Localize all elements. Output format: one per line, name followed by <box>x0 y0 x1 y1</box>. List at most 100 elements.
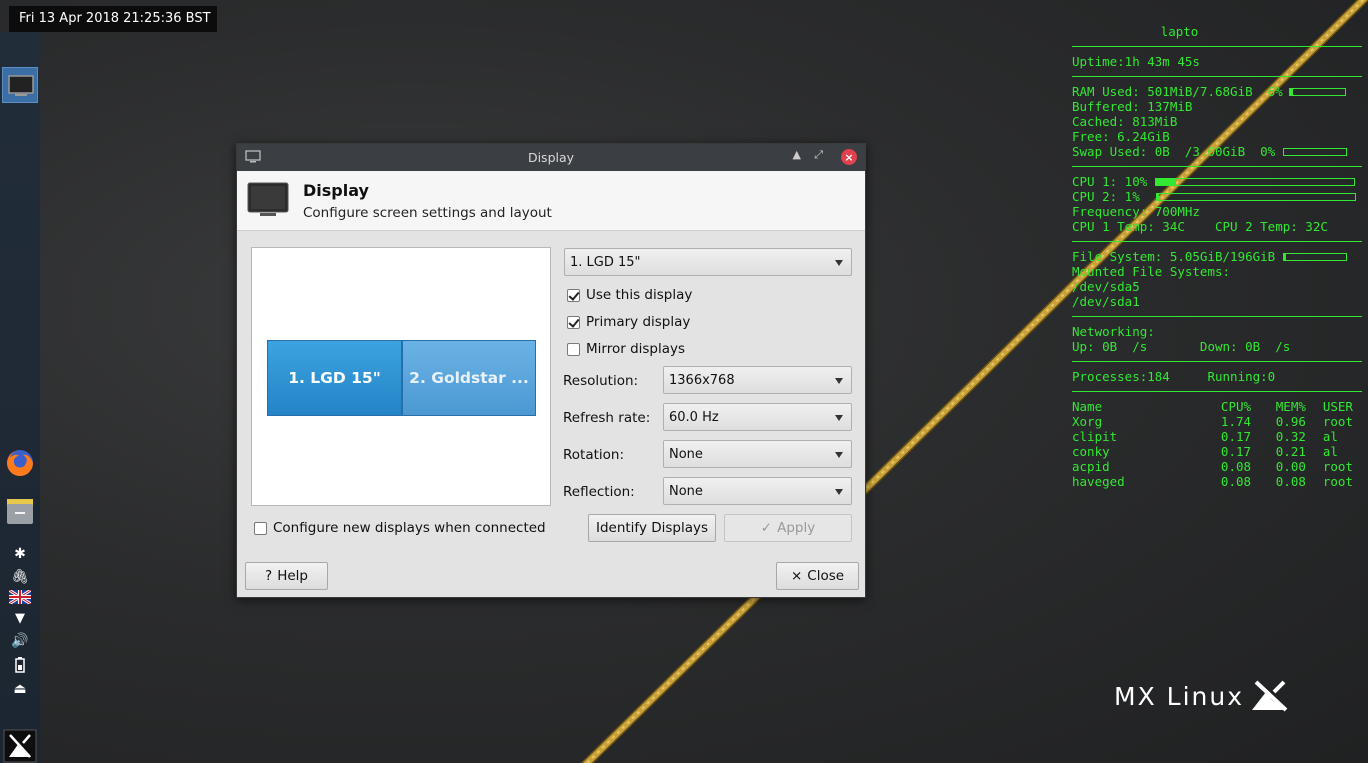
volume-tray[interactable]: 🔊 <box>0 631 40 651</box>
conky-buffered: Buffered: 137MiB <box>1072 99 1193 114</box>
use-this-display-checkbox[interactable]: Use this display <box>567 287 692 303</box>
conky-networking: Networking: <box>1072 324 1155 339</box>
file-manager-launcher[interactable] <box>0 495 40 527</box>
firefox-launcher[interactable] <box>0 447 40 479</box>
shade-button[interactable]: ▲ <box>793 148 801 161</box>
apply-button[interactable]: ✓ Apply <box>724 514 852 542</box>
mx-logo-icon <box>1252 680 1288 712</box>
clipboard-icon: 🖇 <box>11 569 29 585</box>
mx-menu-button[interactable] <box>0 728 40 763</box>
conky-ram: RAM Used: 501MiB/7.68GiB 6% <box>1072 84 1283 99</box>
dialog-header: Display Configure screen settings and la… <box>237 171 865 231</box>
configure-new-displays-checkbox[interactable]: Configure new displays when connected <box>254 520 546 536</box>
brand-text: MX Linux <box>1114 681 1245 711</box>
display-icon <box>247 182 289 216</box>
conky-fs: File System: 5.05GiB/196GiB <box>1072 249 1276 264</box>
primary-display-checkbox[interactable]: Primary display <box>567 314 690 330</box>
mirror-displays-checkbox[interactable]: Mirror displays <box>567 341 685 357</box>
file-manager-icon <box>7 499 33 524</box>
left-panel: ✱ 🖇 ▼ 🔊 ⏏ <box>0 32 40 763</box>
battery-tray[interactable] <box>0 655 40 675</box>
resolution-label: Resolution: <box>563 373 639 389</box>
process-row: Xorg 1.74 0.96 root <box>1072 414 1353 429</box>
process-row: acpid 0.08 0.00 root <box>1072 459 1353 474</box>
apply-label: Apply <box>777 520 816 536</box>
help-icon: ? <box>265 568 273 584</box>
close-window-button[interactable]: × <box>841 149 857 165</box>
close-label: Close <box>807 568 845 584</box>
reflection-select[interactable]: None <box>663 477 852 505</box>
output-select[interactable]: 1. LGD 15" <box>564 248 852 276</box>
conky-temps: CPU 1 Temp: 34C CPU 2 Temp: 32C <box>1072 219 1328 234</box>
use-this-display-label: Use this display <box>586 287 693 303</box>
rotation-label: Rotation: <box>563 447 625 463</box>
page-subtitle: Configure screen settings and layout <box>303 205 552 221</box>
output-select-value: 1. LGD 15" <box>570 255 641 270</box>
conky-swap: Swap Used: 0B /3.00GiB 0% <box>1072 144 1276 159</box>
primary-display-label: Primary display <box>586 314 691 330</box>
process-row: conky 0.17 0.21 al <box>1072 444 1338 459</box>
help-label: Help <box>277 568 308 584</box>
bluetooth-icon: ✱ <box>14 546 26 562</box>
clipit-tray[interactable]: 🖇 <box>0 567 40 587</box>
refresh-rate-label: Refresh rate: <box>563 410 651 426</box>
uk-flag-icon <box>9 590 31 604</box>
mx-linux-logo: MX Linux <box>1114 680 1290 712</box>
conky-mount2: /dev/sda1 <box>1072 294 1140 309</box>
conky-mounted: Mounted File Systems: <box>1072 264 1231 279</box>
reflection-value: None <box>669 484 703 499</box>
eject-tray[interactable]: ⏏ <box>0 679 40 699</box>
conky-uptime: Uptime:1h 43m 45s <box>1072 54 1200 69</box>
monitor-goldstar[interactable]: 2. Goldstar ... <box>402 340 536 416</box>
taskbar-display-window[interactable] <box>2 67 38 103</box>
rotation-select[interactable]: None <box>663 440 852 468</box>
battery-icon <box>15 657 25 673</box>
chevron-down-icon <box>835 415 843 421</box>
close-icon: × <box>844 150 854 164</box>
chevron-down-icon <box>835 489 843 495</box>
volume-icon: 🔊 <box>11 633 29 649</box>
identify-displays-label: Identify Displays <box>595 520 709 536</box>
rotation-value: None <box>669 447 703 462</box>
display-icon <box>8 75 34 96</box>
close-icon: × <box>790 568 803 584</box>
mirror-displays-label: Mirror displays <box>586 341 686 357</box>
maximize-button[interactable]: ⤢ <box>814 148 823 162</box>
conky-frequency: Frequency: 700MHz <box>1072 204 1200 219</box>
network-tray[interactable]: ▼ <box>0 609 40 627</box>
close-button[interactable]: × Close <box>776 562 859 590</box>
conky-cpu2-bar <box>1155 193 1356 201</box>
refresh-rate-select[interactable]: 60.0 Hz <box>663 403 852 431</box>
dialog-titlebar[interactable]: Display ▲ ⤢ × <box>237 144 865 171</box>
resolution-value: 1366x768 <box>669 373 735 388</box>
conky-swap-bar <box>1283 148 1348 156</box>
shade-icon: ▲ <box>792 148 801 161</box>
process-row: haveged 0.08 0.08 root <box>1072 474 1353 489</box>
bluetooth-tray[interactable]: ✱ <box>0 544 40 564</box>
checkbox-icon <box>254 521 267 535</box>
resolution-select[interactable]: 1366x768 <box>663 366 852 394</box>
help-button[interactable]: ? Help <box>245 562 328 590</box>
process-row: clipit 0.17 0.32 al <box>1072 429 1338 444</box>
check-icon: ✓ <box>760 520 773 536</box>
conky-process-table: Name CPU% MEM% USER Xorg 1.74 0.96 root clipit 0.… <box>1072 399 1362 489</box>
wifi-icon: ▼ <box>15 610 25 626</box>
page-title: Display <box>303 181 369 200</box>
display-layout-preview[interactable]: 1. LGD 15" 2. Goldstar ... <box>251 247 551 506</box>
mx-menu-icon <box>3 729 37 763</box>
process-table-header: Name CPU% MEM% USER <box>1072 399 1353 414</box>
checkbox-icon <box>567 288 580 302</box>
conky-cpu1: CPU 1: 10% <box>1072 174 1148 189</box>
monitor-lgd[interactable]: 1. LGD 15" <box>267 340 402 416</box>
identify-displays-button[interactable]: Identify Displays <box>588 514 716 542</box>
conky-fs-bar <box>1283 253 1348 261</box>
chevron-down-icon <box>835 378 843 384</box>
checkbox-icon <box>567 315 580 329</box>
display-dialog: Display ▲ ⤢ × Display Configure screen s… <box>236 143 866 598</box>
chevron-down-icon <box>835 260 843 266</box>
panel-clock[interactable]: Fri 13 Apr 2018 21:25:36 BST <box>9 6 217 32</box>
eject-icon: ⏏ <box>13 681 27 697</box>
conky-cpu1-bar <box>1155 178 1356 186</box>
firefox-icon <box>7 450 33 476</box>
keyboard-layout-tray[interactable] <box>0 589 40 605</box>
